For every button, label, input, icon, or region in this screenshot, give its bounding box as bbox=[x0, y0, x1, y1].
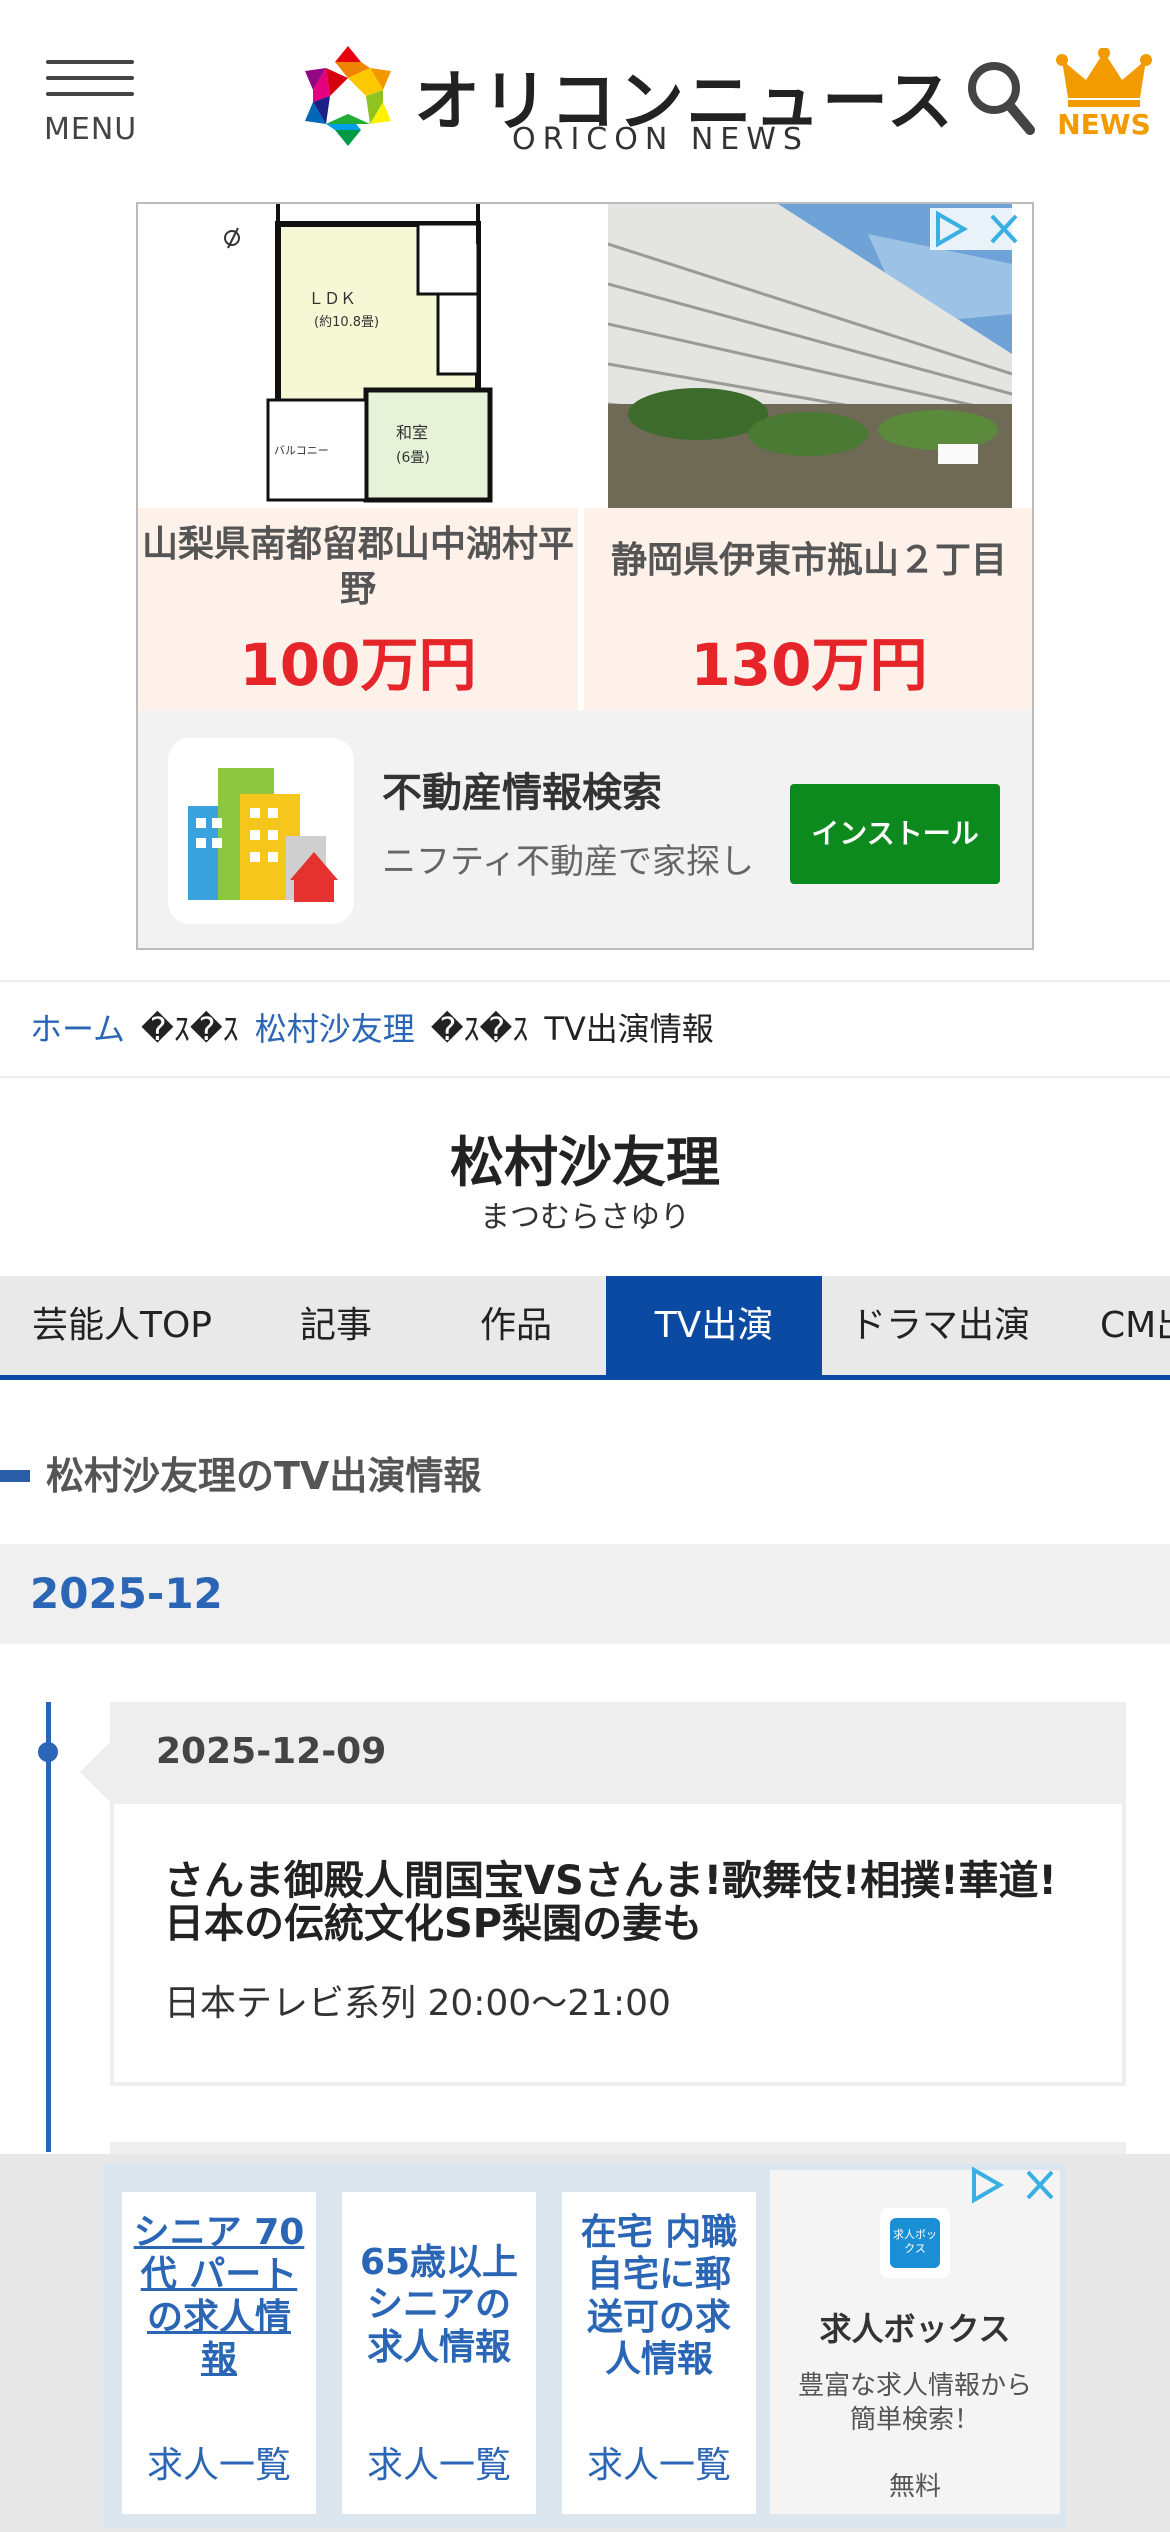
brand-logo-icon: 求人ボックス bbox=[880, 2208, 950, 2278]
job-ad-column[interactable]: 在宅 内職 自宅に郵送可の求人情報 求人一覧 bbox=[562, 2192, 756, 2514]
app-promo[interactable]: 不動産情報検索 ニフティ不動産で家探し インストール bbox=[138, 710, 1032, 948]
month-header: 2025-12 bbox=[0, 1544, 1170, 1644]
brand-name: 求人ボックス bbox=[819, 2310, 1011, 2348]
property-price: 100万円 bbox=[239, 631, 477, 699]
brand-description: 豊富な求人情報から簡単検索！ bbox=[798, 2371, 1033, 2435]
menu-button[interactable]: MENU bbox=[44, 56, 138, 147]
property-price: 130万円 bbox=[690, 631, 928, 699]
app-description: ニフティ不動産で家探し bbox=[382, 842, 754, 882]
entry-date: 2025-12-09 bbox=[156, 1731, 387, 1772]
tab-articles[interactable]: 記事 bbox=[244, 1276, 428, 1375]
job-list-link[interactable]: 求人一覧 bbox=[122, 2436, 316, 2488]
page-title: 松村沙友理 bbox=[450, 1131, 720, 1194]
tv-entry-card: 2025-12-09 さんま御殿人間国宝VSさんま!歌舞伎!相撲!華道!日本の伝… bbox=[80, 1702, 1126, 2086]
menu-bar bbox=[46, 76, 134, 80]
tab-tv[interactable]: TV出演 bbox=[606, 1276, 822, 1375]
section-heading: 松村沙友理のTV出演情報 bbox=[0, 1448, 1170, 1504]
tab-drama[interactable]: ドラマ出演 bbox=[822, 1276, 1058, 1375]
floorplan-room-size: (約10.8畳) bbox=[314, 315, 379, 330]
search-icon[interactable] bbox=[964, 58, 1036, 136]
tab-cm[interactable]: CM出演 bbox=[1064, 1276, 1170, 1375]
ad-choices-icon[interactable] bbox=[966, 2164, 1062, 2206]
section-heading-text: 松村沙友理のTV出演情報 bbox=[46, 1454, 482, 1498]
floorplan-room-size: (6畳) bbox=[396, 450, 430, 466]
brand-logo-text: 求人ボックス bbox=[890, 2218, 940, 2268]
tab-works[interactable]: 作品 bbox=[428, 1276, 604, 1375]
crown-icon bbox=[1056, 48, 1152, 107]
job-ad-title: 在宅 内職 自宅に郵送可の求人情報 bbox=[580, 2212, 738, 2381]
breadcrumb-current: TV出演情報 bbox=[544, 1010, 714, 1048]
job-ad-column[interactable]: 65歳以上シニアの求人情報 求人一覧 bbox=[342, 2192, 536, 2514]
breadcrumb-home-link[interactable]: ホーム bbox=[30, 1010, 125, 1048]
job-ad-title: シニア 70代 パートの求人情報 bbox=[133, 2212, 305, 2381]
card-arrow bbox=[80, 1742, 110, 1802]
floorplan-room-label: 和室 bbox=[396, 423, 428, 442]
breadcrumb-separator: �ｽ�ｽ bbox=[430, 1010, 529, 1048]
timeline-dot bbox=[38, 1742, 58, 1762]
floorplan-image: ＬＤＫ (約10.8畳) 和室 (6畳) バルコニー bbox=[138, 204, 578, 508]
month-label: 2025-12 bbox=[30, 1569, 223, 1618]
tab-top[interactable]: 芸能人TOP bbox=[0, 1276, 244, 1375]
site-header: MENU オリコンニュース ORICON NEWS NEWS bbox=[0, 0, 1170, 190]
news-label: NEWS bbox=[1057, 108, 1151, 141]
artist-tabs: 芸能人TOP 記事 作品 TV出演 ドラマ出演 CM出演 bbox=[0, 1276, 1170, 1380]
job-list-link[interactable]: 求人一覧 bbox=[562, 2436, 756, 2488]
timeline-line bbox=[46, 1702, 51, 2152]
news-button[interactable]: NEWS bbox=[1056, 48, 1152, 142]
property-address: 静岡県伊東市瓶山２丁目 bbox=[610, 540, 1007, 581]
top-ad-banner[interactable]: ＬＤＫ (約10.8畳) 和室 (6畳) バルコニー 山梨県南都留郡山中湖村平野… bbox=[136, 202, 1034, 950]
property-address: 山梨県南都留郡山中湖村平野 bbox=[141, 524, 574, 610]
app-title: 不動産情報検索 bbox=[382, 770, 662, 816]
property-listing[interactable]: 静岡県伊東市瓶山２丁目 130万円 bbox=[584, 508, 1032, 710]
ad-choices-icon[interactable] bbox=[930, 208, 1026, 250]
floorplan-balcony-label: バルコニー bbox=[274, 444, 329, 457]
job-list-link[interactable]: 求人一覧 bbox=[342, 2436, 536, 2488]
network-time: 日本テレビ系列 20:00〜21:00 bbox=[164, 1983, 671, 2024]
menu-label: MENU bbox=[44, 112, 138, 147]
job-ad-title: 65歳以上シニアの求人情報 bbox=[359, 2242, 519, 2368]
logo-text-en: ORICON NEWS bbox=[512, 122, 809, 157]
menu-bar bbox=[46, 92, 134, 96]
job-ad-column[interactable]: シニア 70代 パートの求人情報 求人一覧 bbox=[122, 2192, 316, 2514]
section-marker bbox=[0, 1470, 30, 1482]
breadcrumb-separator: �ｽ�ｽ bbox=[141, 1010, 239, 1048]
menu-bar bbox=[46, 60, 134, 64]
brand-price: 無料 bbox=[888, 2472, 941, 2502]
site-logo[interactable]: オリコンニュース ORICON NEWS bbox=[296, 40, 953, 158]
floorplan-room-label: ＬＤＫ bbox=[308, 289, 356, 308]
buildings-icon bbox=[188, 768, 338, 902]
breadcrumb-artist-link[interactable]: 松村沙友理 bbox=[255, 1010, 415, 1048]
breadcrumb: ホーム �ｽ�ｽ 松村沙友理 �ｽ�ｽ TV出演情報 bbox=[0, 980, 1170, 1078]
entry-body[interactable]: さんま御殿人間国宝VSさんま!歌舞伎!相撲!華道!日本の伝統文化SP梨園の妻も … bbox=[114, 1804, 1122, 2082]
ad-brand-panel[interactable]: 求人ボックス 求人ボックス 豊富な求人情報から簡単検索！ 無料 bbox=[770, 2170, 1060, 2514]
page-title-kana: まつむらさゆり bbox=[480, 1200, 690, 1235]
show-title: さんま御殿人間国宝VSさんま!歌舞伎!相撲!華道!日本の伝統文化SP梨園の妻も bbox=[164, 1858, 1057, 1948]
app-icon bbox=[168, 738, 354, 924]
logo-ring-icon bbox=[305, 46, 391, 146]
property-listing[interactable]: 山梨県南都留郡山中湖村平野 100万円 bbox=[138, 508, 578, 710]
bottom-ad-banner[interactable]: シニア 70代 パートの求人情報 求人一覧 65歳以上シニアの求人情報 求人一覧… bbox=[0, 2154, 1170, 2532]
install-button[interactable]: インストール bbox=[790, 784, 1000, 884]
